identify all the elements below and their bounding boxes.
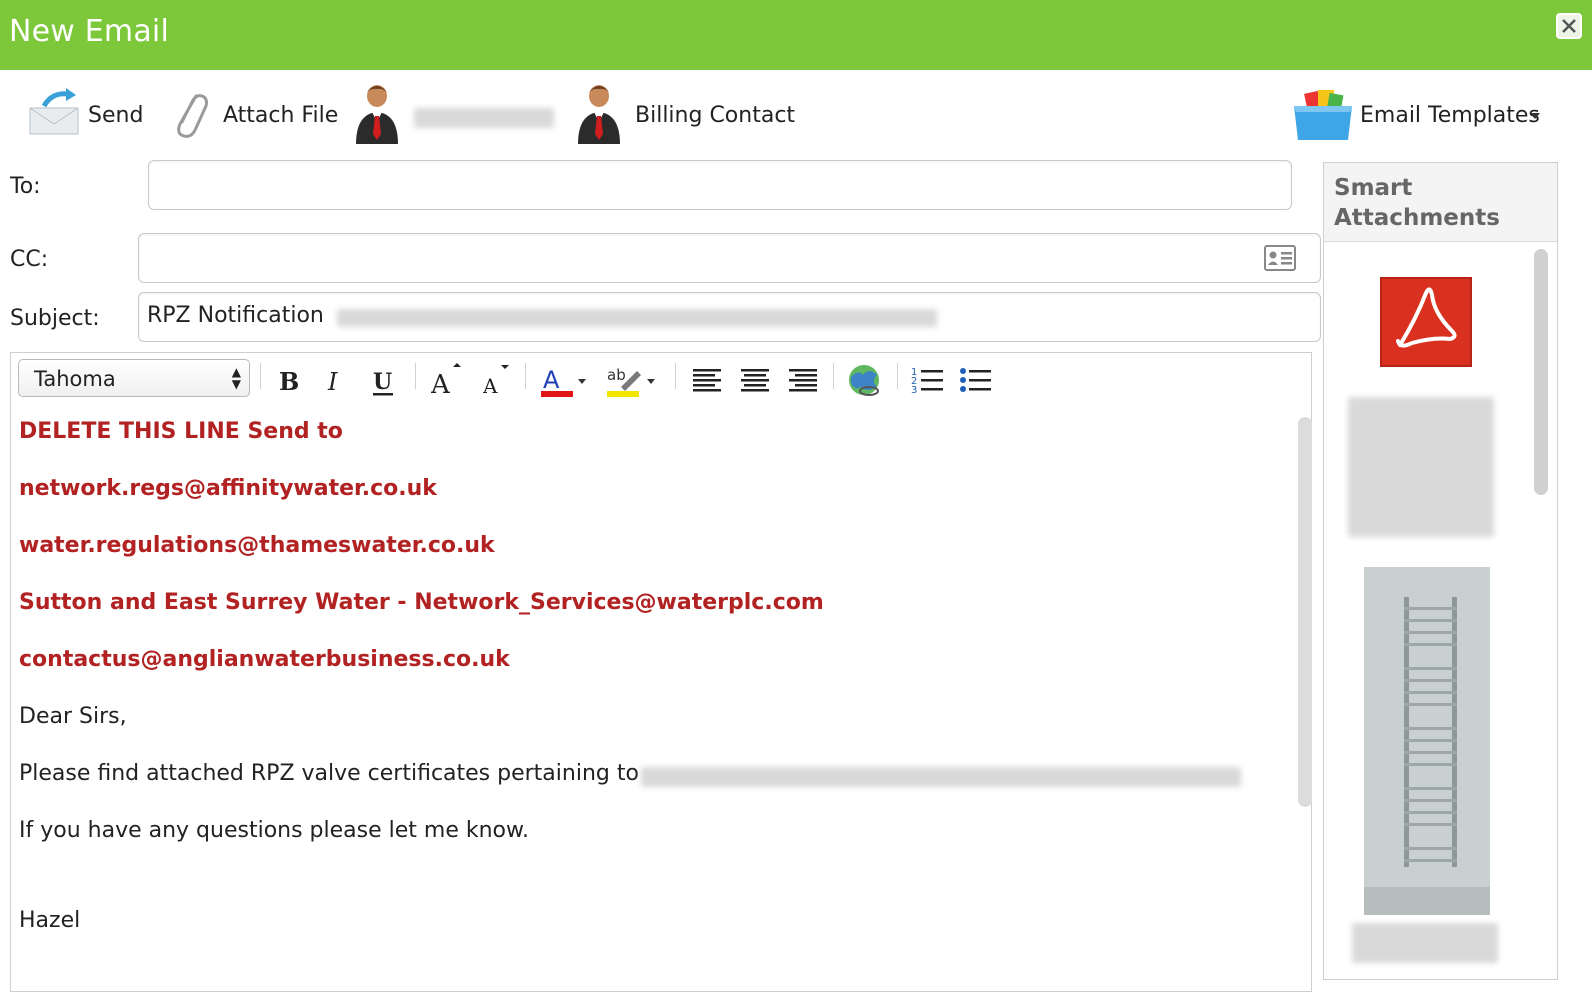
bold-icon[interactable]: B xyxy=(277,363,303,397)
window-title: New Email xyxy=(9,14,170,49)
align-center-icon[interactable] xyxy=(739,363,771,397)
contact-person-icon xyxy=(356,85,398,144)
editor-scrollbar[interactable] xyxy=(1298,417,1312,807)
body-line: water.regulations@thameswater.co.uk xyxy=(19,533,495,558)
attach-file-label: Attach File xyxy=(223,103,339,128)
decrease-font-size-icon[interactable]: A xyxy=(483,363,513,397)
align-left-icon[interactable] xyxy=(691,363,723,397)
font-select[interactable]: Tahoma ▲ ▼ xyxy=(18,359,250,397)
send-button[interactable]: Send xyxy=(26,70,144,162)
redacted-contact-name xyxy=(414,108,554,128)
body-line: Please find attached RPZ valve certifica… xyxy=(19,761,639,786)
svg-text:B: B xyxy=(279,367,299,396)
to-input[interactable] xyxy=(148,160,1292,210)
svg-text:A: A xyxy=(431,370,451,397)
close-icon xyxy=(1562,19,1576,33)
body-line: If you have any questions please let me … xyxy=(19,818,529,843)
body-line: network.regs@affinitywater.co.uk xyxy=(19,476,437,501)
toolbar-divider xyxy=(675,363,676,389)
font-select-value: Tahoma xyxy=(34,367,116,391)
send-label: Send xyxy=(88,103,144,128)
image-attachment[interactable] xyxy=(1364,567,1490,915)
send-envelope-icon xyxy=(29,88,79,135)
toolbar-divider xyxy=(525,363,526,389)
billing-contact-person-icon xyxy=(578,85,620,144)
billing-contact-label: Billing Contact xyxy=(635,103,796,128)
smart-attachments-header: Smart Attachments xyxy=(1324,163,1557,242)
subject-text: RPZ Notification xyxy=(147,303,324,328)
email-toolbar: Send Attach File Billing Contact Email T… xyxy=(0,70,1592,162)
svg-text:I: I xyxy=(327,368,338,396)
subject-input[interactable]: RPZ Notification xyxy=(138,292,1321,342)
email-body-editor[interactable]: Tahoma ▲ ▼ B I U A A A ab 1 2 3 DELETE T… xyxy=(10,352,1312,992)
smart-attachments-panel: Smart Attachments xyxy=(1323,162,1558,980)
contact-button[interactable] xyxy=(354,70,560,162)
svg-text:A: A xyxy=(543,366,560,394)
underline-icon[interactable]: U xyxy=(371,363,397,397)
email-templates-label: Email Templates xyxy=(1360,103,1540,128)
toolbar-divider xyxy=(260,363,261,389)
numbered-list-icon[interactable]: 1 2 3 xyxy=(911,363,945,397)
svg-text:A: A xyxy=(483,374,498,397)
body-line: Sutton and East Surrey Water - Network_S… xyxy=(19,590,824,615)
formatting-toolbar: Tahoma ▲ ▼ B I U A A A ab 1 2 3 xyxy=(11,353,1311,409)
cc-input[interactable] xyxy=(138,233,1321,283)
font-color-icon[interactable]: A xyxy=(541,363,589,397)
bullet-list-icon[interactable] xyxy=(959,363,993,397)
align-right-icon[interactable] xyxy=(787,363,819,397)
toolbar-divider xyxy=(415,363,416,389)
subject-label: Subject: xyxy=(10,306,100,331)
redacted-image-filename xyxy=(1352,923,1498,963)
toolbar-divider xyxy=(897,363,898,389)
body-line: DELETE THIS LINE Send to xyxy=(19,419,343,444)
select-arrows-icon: ▲ ▼ xyxy=(231,365,241,391)
body-line: contactus@anglianwaterbusiness.co.uk xyxy=(19,647,510,672)
body-line: Hazel xyxy=(19,908,81,933)
attach-file-button[interactable]: Attach File xyxy=(170,70,338,162)
email-templates-dropdown[interactable]: Email Templates xyxy=(1292,70,1552,162)
redacted-pdf-filename xyxy=(1348,397,1494,537)
attachments-scrollbar[interactable] xyxy=(1534,249,1548,495)
svg-text:ab: ab xyxy=(607,366,626,384)
cc-label: CC: xyxy=(10,247,49,272)
paperclip-icon xyxy=(177,94,208,138)
redacted-subject-detail xyxy=(337,309,937,327)
close-button[interactable] xyxy=(1556,13,1582,39)
pdf-icon xyxy=(1396,287,1457,348)
insert-link-icon[interactable] xyxy=(847,363,883,397)
italic-icon[interactable]: I xyxy=(325,363,351,397)
towel-radiator-image xyxy=(1364,567,1490,915)
address-book-icon[interactable] xyxy=(1264,245,1296,271)
svg-text:U: U xyxy=(373,369,392,395)
billing-contact-button[interactable]: Billing Contact xyxy=(576,70,795,162)
svg-text:3: 3 xyxy=(911,385,917,396)
increase-font-size-icon[interactable]: A xyxy=(431,363,465,397)
caret-down-icon xyxy=(1530,113,1540,119)
pdf-attachment[interactable] xyxy=(1380,277,1472,367)
title-bar: New Email xyxy=(0,0,1592,70)
templates-folder-icon xyxy=(1294,90,1352,140)
to-label: To: xyxy=(10,174,41,199)
redacted-address xyxy=(641,767,1241,787)
toolbar-divider xyxy=(833,363,834,389)
body-line: Dear Sirs, xyxy=(19,704,127,729)
smart-attachments-title: Smart Attachments xyxy=(1334,175,1500,231)
highlight-color-icon[interactable]: ab xyxy=(607,363,659,397)
